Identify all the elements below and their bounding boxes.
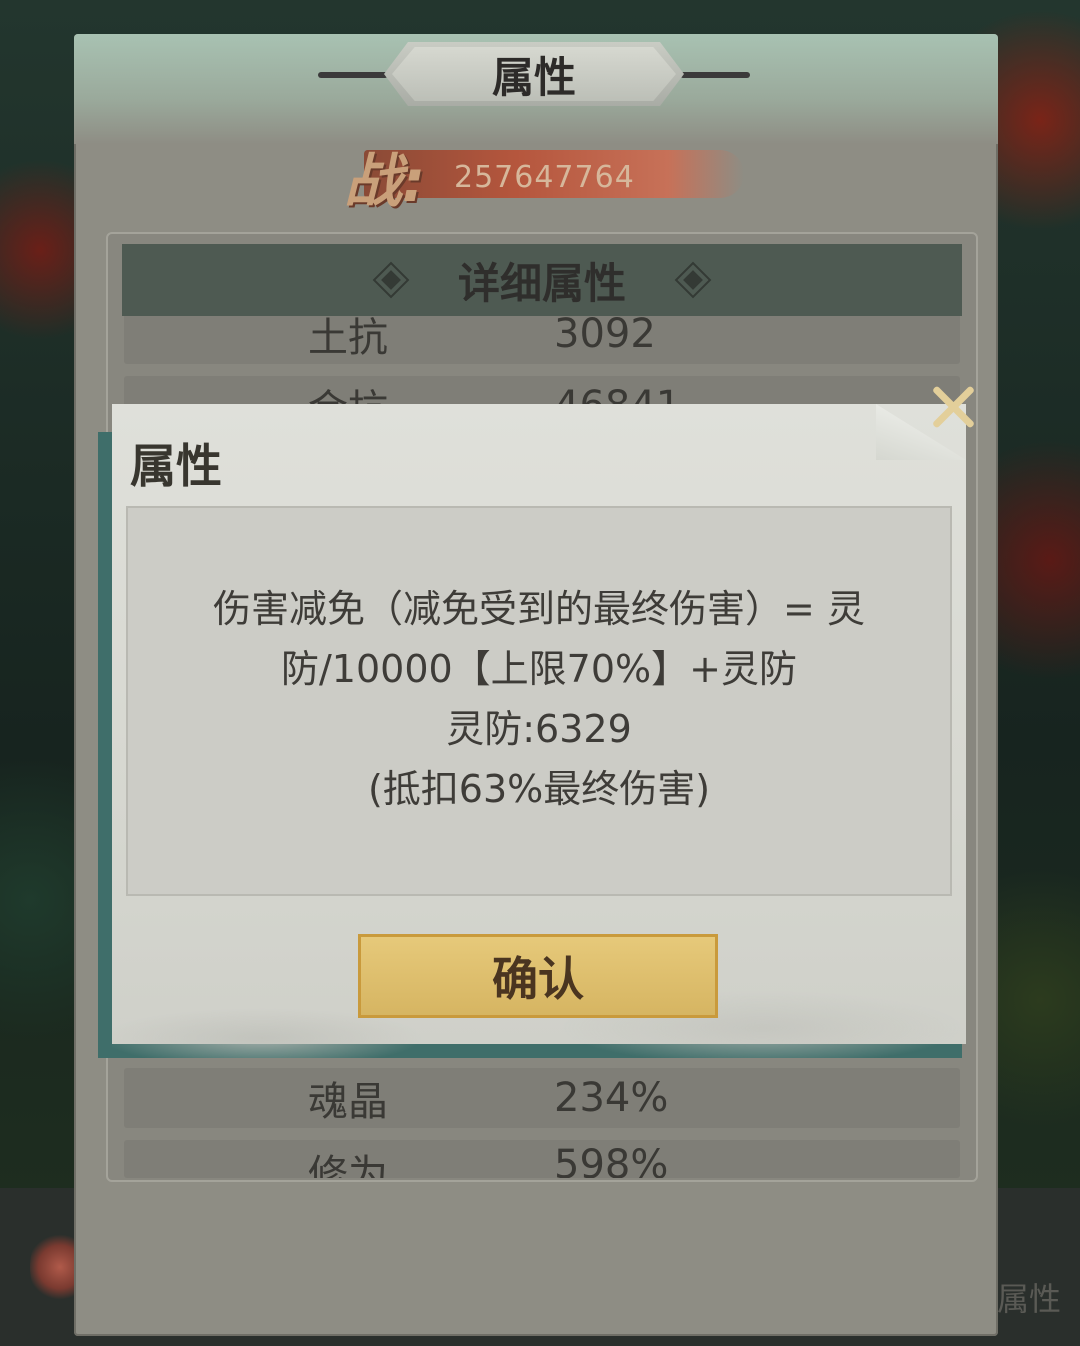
plaque-rod-right <box>680 72 750 78</box>
stat-name: 修为 <box>308 1152 388 1178</box>
dialog-text-line: 灵防:6329 <box>446 707 632 751</box>
combat-power: 战: 257647764 <box>344 134 764 215</box>
dialog-content: 伤害减免（减免受到的最终伤害）= 灵 防/10000【上限70%】+灵防 灵防:… <box>126 506 952 896</box>
side-attribute-button[interactable]: 属性 <box>994 1210 1064 1320</box>
stat-value: 234% <box>554 1075 669 1121</box>
dialog-text-line: (抵扣63%最终伤害) <box>367 767 711 811</box>
dialog-title: 属性 <box>130 439 222 493</box>
panel-title: 属性 <box>392 47 676 101</box>
stat-row: 修为 598% <box>124 1140 960 1178</box>
stat-value: 3092 <box>554 311 656 357</box>
stat-value: 598% <box>554 1142 669 1178</box>
close-icon[interactable] <box>928 382 978 432</box>
plaque-rod-left <box>318 72 388 78</box>
attribute-info-dialog: 属性 伤害减免（减免受到的最终伤害）= 灵 防/10000【上限70%】+灵防 … <box>98 404 966 1058</box>
side-attribute-label: 属性 <box>996 1280 1061 1318</box>
stat-name: 魂晶 <box>308 1079 388 1125</box>
dialog-text-line: 防/10000【上限70%】+灵防 <box>281 647 797 691</box>
dialog-text-line: 伤害减免（减免受到的最终伤害）= 灵 <box>213 587 865 631</box>
combat-power-label: 战: <box>344 147 426 215</box>
detail-attributes-title: 详细属性 <box>457 258 626 308</box>
panel-title-plaque: 属性 <box>318 42 750 106</box>
stat-row: 魂晶 234% <box>124 1068 960 1128</box>
diamond-ornament-icon <box>683 270 703 290</box>
combat-power-value: 257647764 <box>454 160 635 195</box>
diamond-ornament-icon <box>381 270 401 290</box>
confirm-button[interactable]: 确认 <box>358 934 718 1018</box>
detail-attributes-header: 详细属性 <box>122 244 962 316</box>
